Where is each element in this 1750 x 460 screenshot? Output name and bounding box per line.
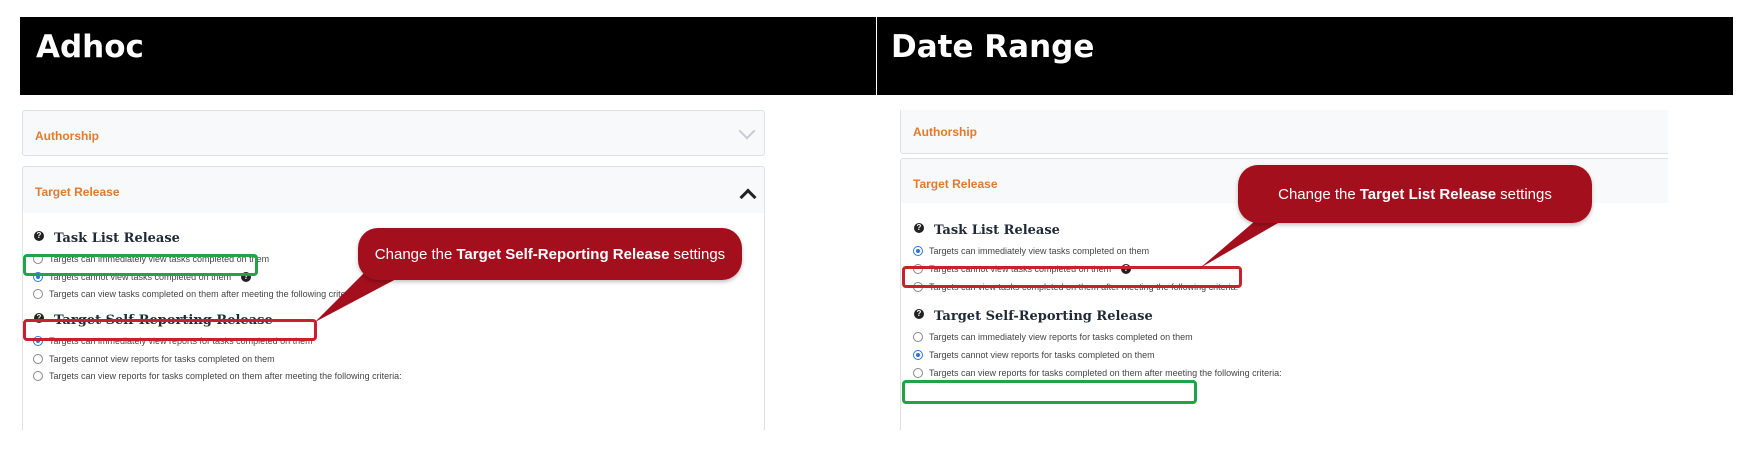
callout-bold: Target List Release xyxy=(1359,185,1497,203)
callout-prefix: Change the xyxy=(1278,185,1356,203)
callout-suffix: settings xyxy=(1500,185,1552,203)
callout-pointer-right xyxy=(1200,215,1292,268)
callout-date-range: Change the Target List Release settings xyxy=(1238,165,1592,223)
